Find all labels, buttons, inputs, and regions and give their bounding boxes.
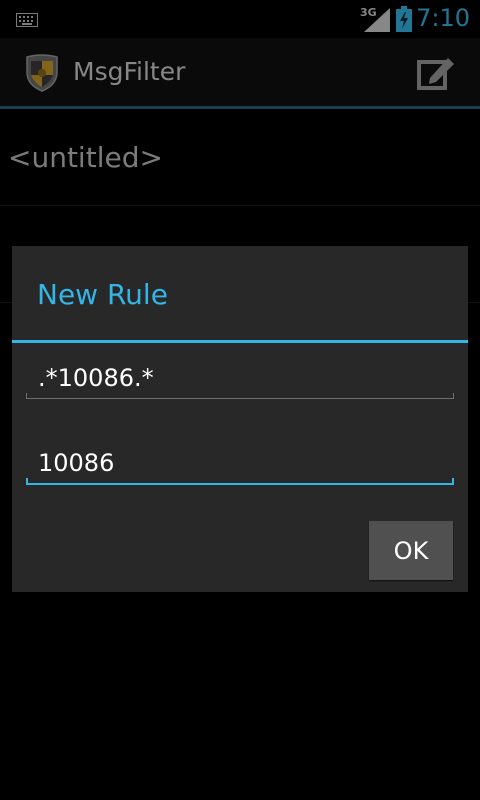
dialog-title: New Rule (37, 278, 168, 311)
screen: 3G 7:10 MsgFilter <untitled> New Rule .*… (0, 0, 480, 800)
number-field-underline (26, 478, 454, 485)
pattern-field-underline (26, 393, 454, 399)
number-field[interactable] (26, 439, 454, 487)
dialog-title-divider (12, 340, 468, 343)
ok-button[interactable]: OK (369, 521, 453, 580)
new-rule-dialog: New Rule OK (12, 246, 468, 592)
pattern-field[interactable] (26, 354, 454, 402)
